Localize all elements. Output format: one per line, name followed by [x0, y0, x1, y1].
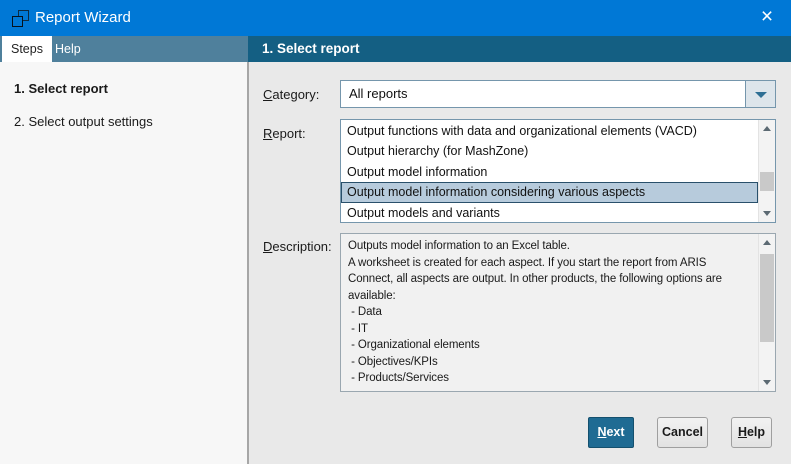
overlapping-squares-icon — [12, 10, 29, 27]
category-dropdown[interactable]: All reports — [340, 80, 776, 108]
description-text: Outputs model information to an Excel ta… — [348, 240, 722, 384]
triangle-up-icon — [763, 240, 771, 245]
chevron-down-icon — [755, 92, 767, 98]
triangle-down-icon — [763, 211, 771, 216]
scrollbar-thumb[interactable] — [760, 172, 774, 191]
scroll-down-button[interactable] — [759, 205, 775, 222]
scrollbar-thumb[interactable] — [760, 254, 774, 342]
list-item[interactable]: Output model information — [341, 162, 758, 182]
window-title: Report Wizard — [35, 9, 131, 26]
list-item[interactable]: Output hierarchy (for MashZone) — [341, 141, 758, 161]
description-scrollbar[interactable] — [758, 234, 775, 391]
report-wizard-dialog: Report Wizard × Steps Help 1. Select rep… — [0, 0, 791, 464]
scroll-up-button[interactable] — [759, 234, 775, 251]
help-button[interactable]: Help — [731, 417, 772, 448]
tab-steps[interactable]: Steps — [2, 36, 52, 62]
list-item[interactable]: Output functions with data and organizat… — [341, 121, 758, 141]
category-value[interactable]: All reports — [341, 81, 745, 107]
page-title: 1. Select report — [248, 36, 791, 62]
report-listbox: Output functions with data and organizat… — [340, 119, 776, 223]
cancel-button[interactable]: Cancel — [657, 417, 708, 448]
scroll-down-button[interactable] — [759, 374, 775, 391]
step-item-output-settings: 2. Select output settings — [14, 114, 153, 129]
close-icon: × — [760, 5, 774, 28]
description-box: Outputs model information to an Excel ta… — [340, 233, 776, 392]
description-label: Description: — [263, 239, 332, 254]
list-item-selected[interactable]: Output model information considering var… — [341, 182, 758, 203]
list-item[interactable]: Output models and variants — [341, 203, 758, 223]
steps-panel: 1. Select report 2. Select output settin… — [0, 62, 247, 464]
close-button[interactable]: × — [743, 0, 791, 36]
step-item-select-report: 1. Select report — [14, 81, 108, 96]
category-dropdown-button[interactable] — [745, 81, 775, 107]
scroll-up-button[interactable] — [759, 120, 775, 137]
content-panel: Category: All reports Report: Output fun… — [249, 62, 791, 464]
triangle-down-icon — [763, 380, 771, 385]
titlebar: Report Wizard × — [0, 0, 791, 36]
tab-strip: Steps Help — [0, 36, 248, 62]
next-button[interactable]: Next — [588, 417, 634, 448]
report-scrollbar[interactable] — [758, 120, 775, 222]
category-label: Category: — [263, 87, 320, 102]
triangle-up-icon — [763, 126, 771, 131]
report-label: Report: — [263, 126, 306, 141]
tab-help[interactable]: Help — [46, 36, 90, 62]
